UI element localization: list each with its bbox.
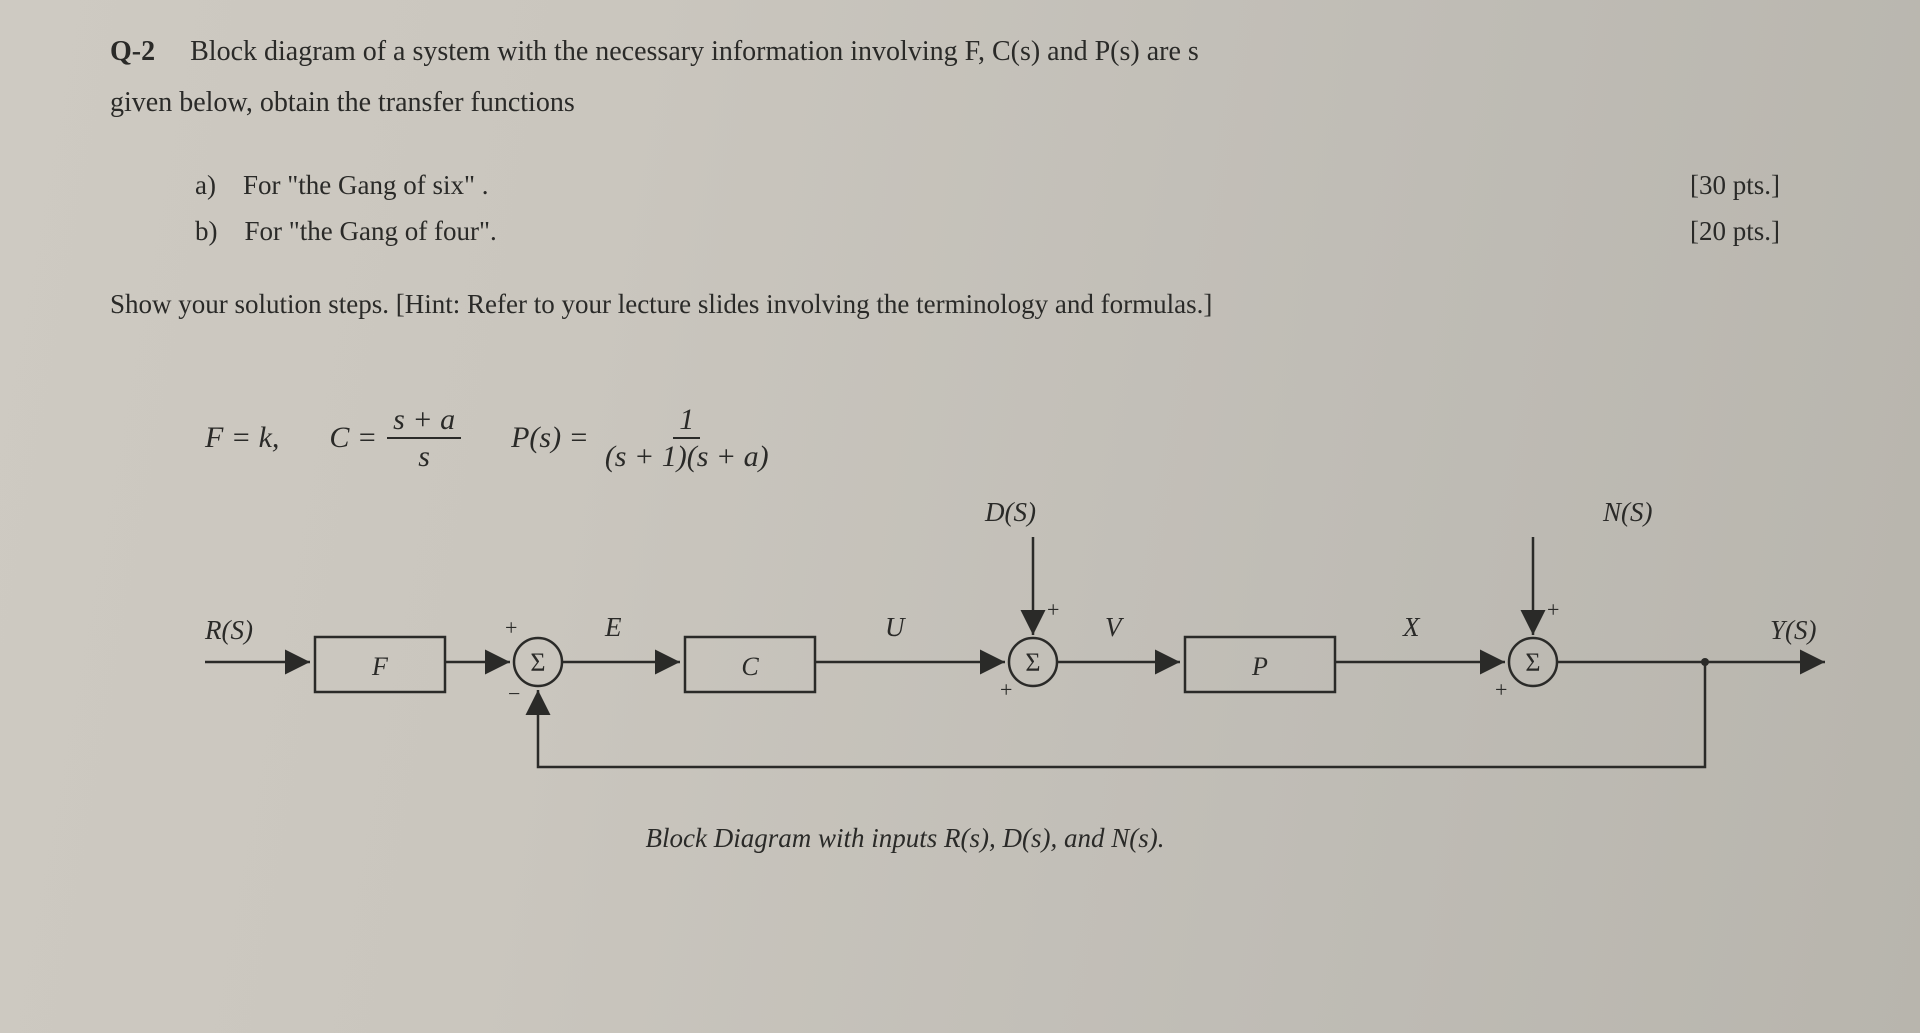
- sum1-plus: +: [505, 615, 517, 640]
- formula-P-den: (s + 1)(s + a): [599, 439, 775, 473]
- subitem-a-text: For "the Gang of six" .: [243, 170, 489, 200]
- formula-F-text: F = k,: [205, 421, 279, 455]
- formula-row: F = k, C = s + a s P(s) = 1 (s + 1)(s + …: [110, 404, 1820, 473]
- label-N: N(S): [1603, 497, 1653, 528]
- subitem-a-points: [30 pts.]: [1690, 163, 1820, 209]
- hint-line: Show your solution steps. [Hint: Refer t…: [110, 289, 1820, 320]
- formula-P-lhs: P(s) =: [511, 421, 589, 455]
- sum1-sigma: Σ: [530, 648, 545, 677]
- formula-P-num: 1: [673, 404, 700, 440]
- block-diagram: R(S) D(S) N(S) Y(S) E U V X F Σ +: [205, 497, 1855, 817]
- block-C-label: C: [741, 652, 759, 681]
- sum3-plus-top: +: [1547, 597, 1559, 622]
- sum3-plus-left: +: [1495, 677, 1507, 702]
- sub-item-b: b) For "the Gang of four". [20 pts.]: [195, 209, 1820, 255]
- label-E: E: [605, 612, 622, 643]
- label-Y: Y(S): [1770, 615, 1817, 646]
- label-D: D(S): [985, 497, 1036, 528]
- subitem-a-letter: a): [195, 170, 216, 200]
- formula-P: P(s) = 1 (s + 1)(s + a): [511, 404, 775, 473]
- subitem-b-text: For "the Gang of four".: [245, 216, 497, 246]
- diagram-caption: Block Diagram with inputs R(s), D(s), an…: [110, 823, 1820, 854]
- label-V: V: [1105, 612, 1122, 643]
- subitem-b-letter: b): [195, 216, 218, 246]
- sum1-minus: −: [508, 681, 520, 706]
- diagram-svg: F Σ + − C Σ + + P: [205, 497, 1855, 817]
- question-text-line2: given below, obtain the transfer functio…: [110, 81, 1820, 124]
- question-text-line1: Block diagram of a system with the neces…: [190, 36, 1199, 67]
- block-P-label: P: [1251, 652, 1268, 681]
- exam-page: Q-2 Block diagram of a system with the n…: [0, 0, 1920, 1033]
- formula-C-frac: s + a s: [387, 404, 461, 473]
- formula-C-lhs: C =: [329, 421, 377, 455]
- sum2-plus-top: +: [1047, 597, 1059, 622]
- formula-C-num: s + a: [387, 404, 461, 440]
- label-X: X: [1403, 612, 1420, 643]
- formula-F: F = k,: [205, 421, 279, 455]
- subitem-b-points: [20 pts.]: [1690, 209, 1820, 255]
- formula-C-den: s: [412, 439, 436, 473]
- sub-item-a: a) For "the Gang of six" . [30 pts.]: [195, 163, 1820, 209]
- question-label: Q-2: [110, 36, 155, 67]
- formula-C: C = s + a s: [329, 404, 461, 473]
- sum2-sigma: Σ: [1025, 648, 1040, 677]
- question-header: Q-2 Block diagram of a system with the n…: [110, 30, 1820, 73]
- sum3-sigma: Σ: [1525, 648, 1540, 677]
- formula-P-frac: 1 (s + 1)(s + a): [599, 404, 775, 473]
- block-F-label: F: [371, 652, 389, 681]
- sum2-plus-left: +: [1000, 677, 1012, 702]
- sub-items: a) For "the Gang of six" . [30 pts.] b) …: [110, 163, 1820, 255]
- label-R: R(S): [205, 615, 253, 646]
- label-U: U: [885, 612, 905, 643]
